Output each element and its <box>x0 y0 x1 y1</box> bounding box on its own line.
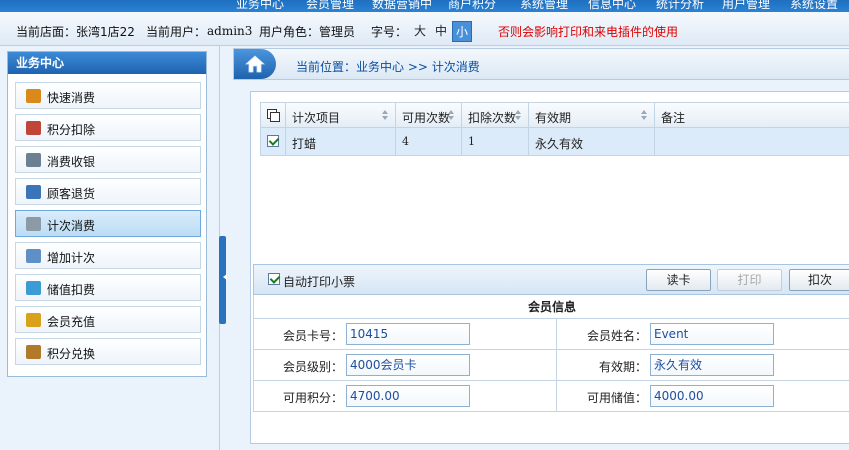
column-header-validity[interactable]: 有效期 <box>529 103 655 127</box>
action-toolbar: 自动打印小票 读卡 打印 扣次 <box>253 264 849 295</box>
sidebar-item-label: 增加计次 <box>47 251 96 265</box>
member-info-row: 会员级别： 4000会员卡 有效期： 永久有效 <box>253 350 849 381</box>
breadcrumb: 当前位置：业务中心 >> 计次消费 <box>296 60 480 74</box>
print-button[interactable]: 打印 <box>717 269 782 291</box>
role-label: 用户角色：管理员 <box>259 25 356 39</box>
top-nav-item[interactable]: 系统设置 <box>790 0 838 12</box>
home-icon <box>245 55 265 73</box>
font-size-small[interactable]: 小 <box>452 21 473 42</box>
member-info-row: 会员卡号： 10415 会员姓名： Event <box>253 319 849 350</box>
store-label: 当前店面：张湾1店22 <box>16 25 135 39</box>
top-nav-item[interactable]: 用户管理 <box>722 0 770 12</box>
sidebar-item-label: 储值扣费 <box>47 283 96 297</box>
stored-value-icon <box>26 281 41 295</box>
sidebar-item-label: 积分兑换 <box>47 347 96 361</box>
sidebar-collapse-handle[interactable] <box>219 236 227 324</box>
member-name-label: 会员姓名： <box>586 329 647 343</box>
card-no-label: 会员卡号： <box>282 329 343 343</box>
quick-consume-icon <box>26 89 41 103</box>
font-size-label: 字号： <box>371 25 408 39</box>
sidebar-item[interactable]: 快速消费 <box>15 82 201 109</box>
sidebar-item[interactable]: 会员充值 <box>15 306 201 333</box>
sidebar-item[interactable]: 消费收银 <box>15 146 201 173</box>
sidebar-item-label: 积分扣除 <box>47 123 96 137</box>
card-no-field[interactable]: 10415 <box>346 323 470 345</box>
deduct-count-button[interactable]: 扣次 <box>789 269 849 291</box>
expiry-label: 有效期： <box>598 360 647 374</box>
sort-icon <box>448 110 455 120</box>
column-header-item[interactable]: 计次项目 <box>286 103 396 127</box>
top-nav-item[interactable]: 系统管理 <box>520 0 568 12</box>
sidebar-item-label: 计次消费 <box>47 219 96 233</box>
row-checkbox[interactable] <box>267 135 279 147</box>
sidebar-item[interactable]: 顾客退货 <box>15 178 201 205</box>
top-nav-item[interactable]: 统计分析 <box>656 0 704 12</box>
cell-item: 打蜡 <box>286 128 396 155</box>
breadcrumb-bar: 当前位置：业务中心 >> 计次消费 <box>233 48 849 80</box>
info-bar: 当前店面：张湾1店22 当前用户： admin3 用户角色：管理员 字号： 大 … <box>0 12 849 46</box>
top-nav-item[interactable]: 商户积分 <box>448 0 496 12</box>
sidebar-title: 业务中心 <box>8 52 206 74</box>
sidebar-item[interactable]: 增加计次 <box>15 242 201 269</box>
sidebar-item-label: 顾客退货 <box>47 187 96 201</box>
font-size-medium[interactable]: 中 <box>432 21 450 40</box>
print-plugin-warning: 否则会影响打印和来电插件的使用 <box>498 25 679 39</box>
add-count-icon <box>26 249 41 263</box>
balance-field[interactable]: 4000.00 <box>650 385 774 407</box>
select-all-icon <box>267 109 280 122</box>
member-info-row: 可用积分： 4700.00 可用储值： 4000.00 <box>253 381 849 412</box>
points-field[interactable]: 4700.00 <box>346 385 470 407</box>
sidebar-item-label: 消费收银 <box>47 155 96 169</box>
cell-available: 4 <box>396 128 462 155</box>
column-header-remark[interactable]: 备注 <box>655 103 849 127</box>
top-nav-item[interactable]: 业务中心 <box>236 0 284 12</box>
member-name-field[interactable]: Event <box>650 323 774 345</box>
column-header-deduct[interactable]: 扣除次数 <box>462 103 529 127</box>
home-button[interactable] <box>234 49 276 79</box>
user-value: admin3 <box>207 24 253 38</box>
sort-icon <box>515 110 522 120</box>
main-content: 当前位置：业务中心 >> 计次消费 计次项目 可用次数 扣除次数 有效期 备注 <box>228 44 849 450</box>
return-goods-icon <box>26 185 41 199</box>
top-nav: 业务中心 会员管理 数据营销中 商户积分 系统管理 信息中心 统计分析 用户管理… <box>0 0 849 12</box>
table-row[interactable]: 打蜡 4 1 永久有效 <box>260 128 849 156</box>
read-card-button[interactable]: 读卡 <box>646 269 711 291</box>
top-nav-item[interactable]: 会员管理 <box>306 0 354 12</box>
grid-header: 计次项目 可用次数 扣除次数 有效期 备注 <box>260 102 849 128</box>
sidebar: 业务中心 快速消费积分扣除消费收银顾客退货计次消费增加计次储值扣费会员充值积分兑… <box>7 51 207 377</box>
balance-label: 可用储值： <box>586 391 647 405</box>
cell-deduct: 1 <box>462 128 529 155</box>
count-consume-panel: 计次项目 可用次数 扣除次数 有效期 备注 打蜡 4 1 永久有效 自动打印小票… <box>250 91 849 444</box>
sidebar-item-label: 会员充值 <box>47 315 96 329</box>
points-deduct-icon <box>26 121 41 135</box>
cell-remark <box>655 128 849 155</box>
sidebar-item[interactable]: 储值扣费 <box>15 274 201 301</box>
auto-print-checkbox[interactable] <box>268 273 280 285</box>
row-checkbox-cell[interactable] <box>261 128 286 155</box>
cashier-icon <box>26 153 41 167</box>
count-consume-icon <box>26 217 41 231</box>
column-header-available[interactable]: 可用次数 <box>396 103 462 127</box>
member-level-field[interactable]: 4000会员卡 <box>346 354 470 376</box>
expiry-field[interactable]: 永久有效 <box>650 354 774 376</box>
member-recharge-icon <box>26 313 41 327</box>
font-size-large[interactable]: 大 <box>411 21 429 40</box>
sort-icon <box>382 110 389 120</box>
sidebar-item[interactable]: 计次消费 <box>15 210 201 237</box>
user-label: 当前用户： <box>146 25 207 39</box>
member-level-label: 会员级别： <box>282 360 343 374</box>
points-label: 可用积分： <box>282 391 343 405</box>
select-all-column[interactable] <box>261 103 286 127</box>
auto-print-label: 自动打印小票 <box>283 275 356 289</box>
sort-icon <box>641 110 648 120</box>
cell-validity: 永久有效 <box>529 128 655 155</box>
top-nav-item[interactable]: 信息中心 <box>588 0 636 12</box>
member-info-title: 会员信息 <box>253 295 849 319</box>
points-exchange-icon <box>26 345 41 359</box>
sidebar-item[interactable]: 积分兑换 <box>15 338 201 365</box>
sidebar-item-label: 快速消费 <box>47 91 96 105</box>
sidebar-item[interactable]: 积分扣除 <box>15 114 201 141</box>
top-nav-item[interactable]: 数据营销中 <box>372 0 432 12</box>
